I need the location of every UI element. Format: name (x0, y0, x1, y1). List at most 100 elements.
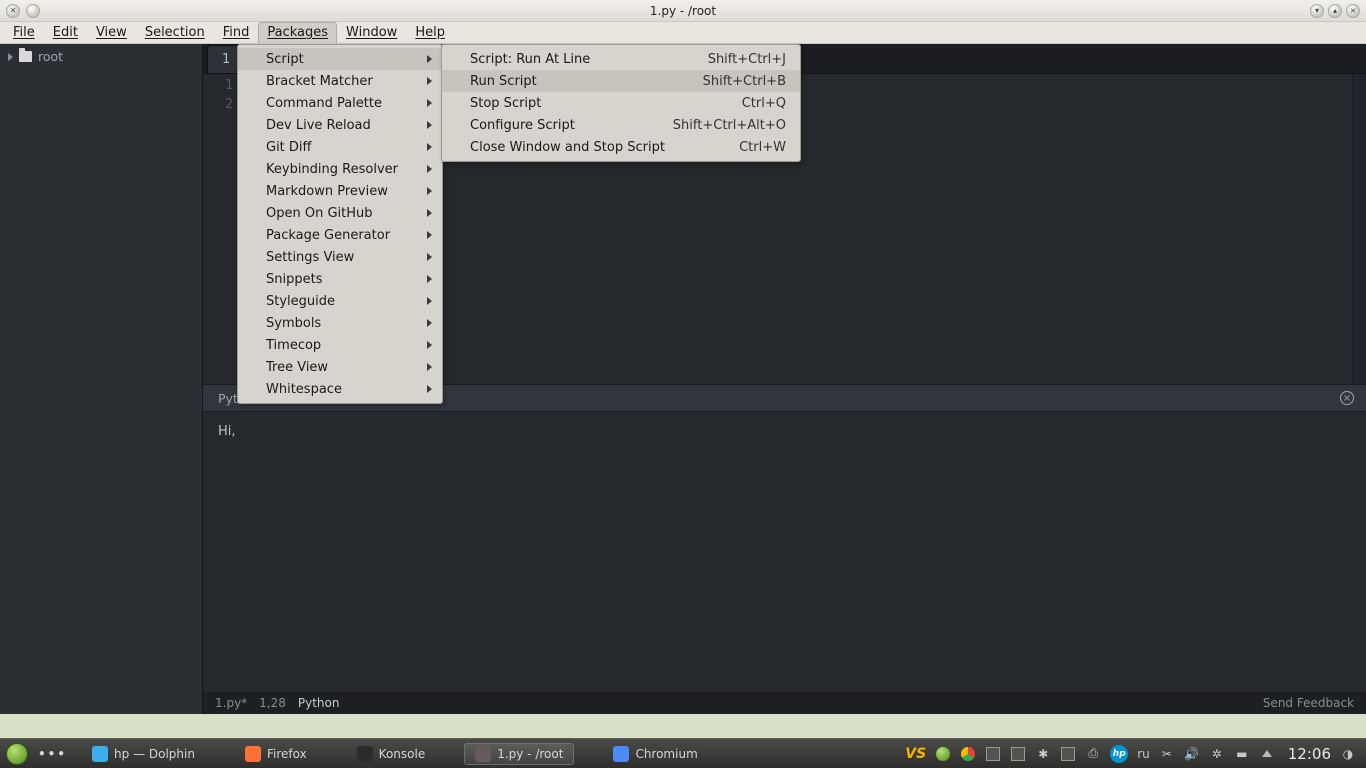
system-tray: VS ✱ ⎙ hp ru ✂ 🔊 ✲ ▬ 12:06 ◑ (905, 745, 1366, 763)
battery-tray-icon[interactable]: ▬ (1234, 746, 1250, 762)
folder-icon (19, 51, 32, 62)
packages-menu-item[interactable]: Script (238, 48, 442, 70)
taskbar-app[interactable]: Konsole (346, 743, 437, 765)
chevron-right-icon (427, 297, 432, 305)
close-panel-icon[interactable]: × (1340, 391, 1354, 405)
tray-icon-2[interactable] (985, 746, 1001, 762)
chevron-right-icon (427, 275, 432, 283)
packages-menu-item[interactable]: Timecop (238, 334, 442, 356)
packages-menu-item[interactable]: Open On GitHub (238, 202, 442, 224)
script-menu-item[interactable]: Close Window and Stop ScriptCtrl+W (442, 136, 800, 158)
bug-tray-icon[interactable]: ✱ (1035, 746, 1051, 762)
menu-view[interactable]: View (87, 22, 136, 43)
menu-item-label: Timecop (266, 338, 321, 353)
menu-item-label: Close Window and Stop Script (470, 140, 665, 155)
menu-help[interactable]: Help (406, 22, 454, 43)
menu-edit[interactable]: Edit (44, 22, 87, 43)
packages-menu-item[interactable]: Settings View (238, 246, 442, 268)
minimap[interactable] (1352, 74, 1366, 384)
menu-item-label: Package Generator (266, 228, 390, 243)
script-menu-item[interactable]: Stop ScriptCtrl+Q (442, 92, 800, 114)
menu-item-label: Markdown Preview (266, 184, 388, 199)
menu-item-label: Settings View (266, 250, 354, 265)
close-icon[interactable]: × (1346, 4, 1360, 18)
send-feedback-link[interactable]: Send Feedback (1263, 696, 1354, 710)
chevron-right-icon (427, 165, 432, 173)
status-language[interactable]: Python (298, 696, 340, 710)
menu-item-shortcut: Shift+Ctrl+J (708, 52, 786, 67)
status-cursor[interactable]: 1,28 (259, 696, 286, 710)
status-filename[interactable]: 1.py* (215, 696, 247, 710)
chevron-right-icon (427, 143, 432, 151)
packages-menu-item[interactable]: Git Diff (238, 136, 442, 158)
packages-menu-item[interactable]: Keybinding Resolver (238, 158, 442, 180)
menu-item-shortcut: Ctrl+Q (742, 96, 786, 111)
script-menu-item[interactable]: Run ScriptShift+Ctrl+B (442, 70, 800, 92)
script-menu-item[interactable]: Configure ScriptShift+Ctrl+Alt+O (442, 114, 800, 136)
packages-menu-item[interactable]: Bracket Matcher (238, 70, 442, 92)
maximize-icon[interactable]: ▴ (1328, 4, 1342, 18)
packages-menu-item[interactable]: Styleguide (238, 290, 442, 312)
clock[interactable]: 12:06 (1288, 745, 1331, 763)
taskbar-app[interactable]: 1.py - /root (464, 743, 574, 765)
app-menu-icon[interactable]: ✕ (6, 4, 20, 18)
chevron-right-icon (427, 253, 432, 261)
packages-menu-item[interactable]: Whitespace (238, 378, 442, 400)
editor-tab-label: 1 (222, 52, 230, 67)
chrome-tray-icon[interactable] (960, 746, 976, 762)
packages-menu-item[interactable]: Package Generator (238, 224, 442, 246)
os-taskbar: ••• hp — Dolphin Firefox Konsole 1.py - /ro… (0, 738, 1366, 768)
chevron-right-icon (427, 99, 432, 107)
menu-item-label: Symbols (266, 316, 321, 331)
packages-menu-item[interactable]: Markdown Preview (238, 180, 442, 202)
chevron-right-icon (427, 209, 432, 217)
tray-icon-1[interactable] (935, 746, 951, 762)
chevron-right-icon (427, 231, 432, 239)
menu-item-label: Snippets (266, 272, 322, 287)
menu-item-label: Open On GitHub (266, 206, 373, 221)
keyboard-layout[interactable]: ru (1137, 746, 1150, 762)
packages-menu-item[interactable]: Command Palette (238, 92, 442, 114)
konsole-icon (357, 746, 373, 762)
volume-tray-icon[interactable]: 🔊 (1184, 746, 1200, 762)
menu-packages[interactable]: Packages (258, 22, 337, 43)
chevron-right-icon (427, 341, 432, 349)
taskbar-app[interactable]: hp — Dolphin (81, 743, 206, 765)
chevron-right-icon (427, 77, 432, 85)
menu-bar: File Edit View Selection Find Packages W… (0, 22, 1366, 44)
packages-menu-item[interactable]: Dev Live Reload (238, 114, 442, 136)
session-tray-icon[interactable]: ◑ (1340, 746, 1356, 762)
tools-tray-icon[interactable]: ✂ (1159, 746, 1175, 762)
script-menu-item[interactable]: Script: Run At LineShift+Ctrl+J (442, 48, 800, 70)
bluetooth-tray-icon[interactable]: ✲ (1209, 746, 1225, 762)
menu-item-label: Whitespace (266, 382, 342, 397)
script-output-panel[interactable]: Hi, (203, 412, 1366, 692)
packages-menu-item[interactable]: Snippets (238, 268, 442, 290)
activity-icon[interactable]: ••• (38, 747, 67, 761)
minimize-icon[interactable]: ▾ (1310, 4, 1324, 18)
pin-icon[interactable] (26, 4, 40, 18)
start-button[interactable] (6, 743, 28, 765)
tray-icon-3[interactable] (1010, 746, 1026, 762)
script-submenu-popup: Script: Run At LineShift+Ctrl+JRun Scrip… (441, 44, 801, 162)
chevron-right-icon (427, 121, 432, 129)
packages-menu-item[interactable]: Tree View (238, 356, 442, 378)
taskbar-app[interactable]: Chromium (602, 743, 708, 765)
menu-find[interactable]: Find (214, 22, 259, 43)
menu-item-label: Command Palette (266, 96, 382, 111)
printer-tray-icon[interactable]: ⎙ (1085, 746, 1101, 762)
vs-tray-icon[interactable]: VS (905, 746, 926, 762)
console-line: Hi, (218, 424, 1351, 439)
menu-file[interactable]: File (4, 22, 44, 43)
updates-tray-icon[interactable] (1259, 746, 1275, 762)
tree-view-sidebar[interactable]: root (0, 44, 203, 714)
taskbar-app[interactable]: Firefox (234, 743, 318, 765)
hp-tray-icon[interactable]: hp (1110, 745, 1128, 763)
tree-root-row[interactable]: root (0, 44, 202, 69)
menu-window[interactable]: Window (337, 22, 406, 43)
tray-icon-4[interactable] (1060, 746, 1076, 762)
packages-menu-item[interactable]: Symbols (238, 312, 442, 334)
taskbar-app-label: 1.py - /root (497, 747, 563, 761)
menu-item-shortcut: Shift+Ctrl+Alt+O (673, 118, 786, 133)
menu-selection[interactable]: Selection (136, 22, 214, 43)
